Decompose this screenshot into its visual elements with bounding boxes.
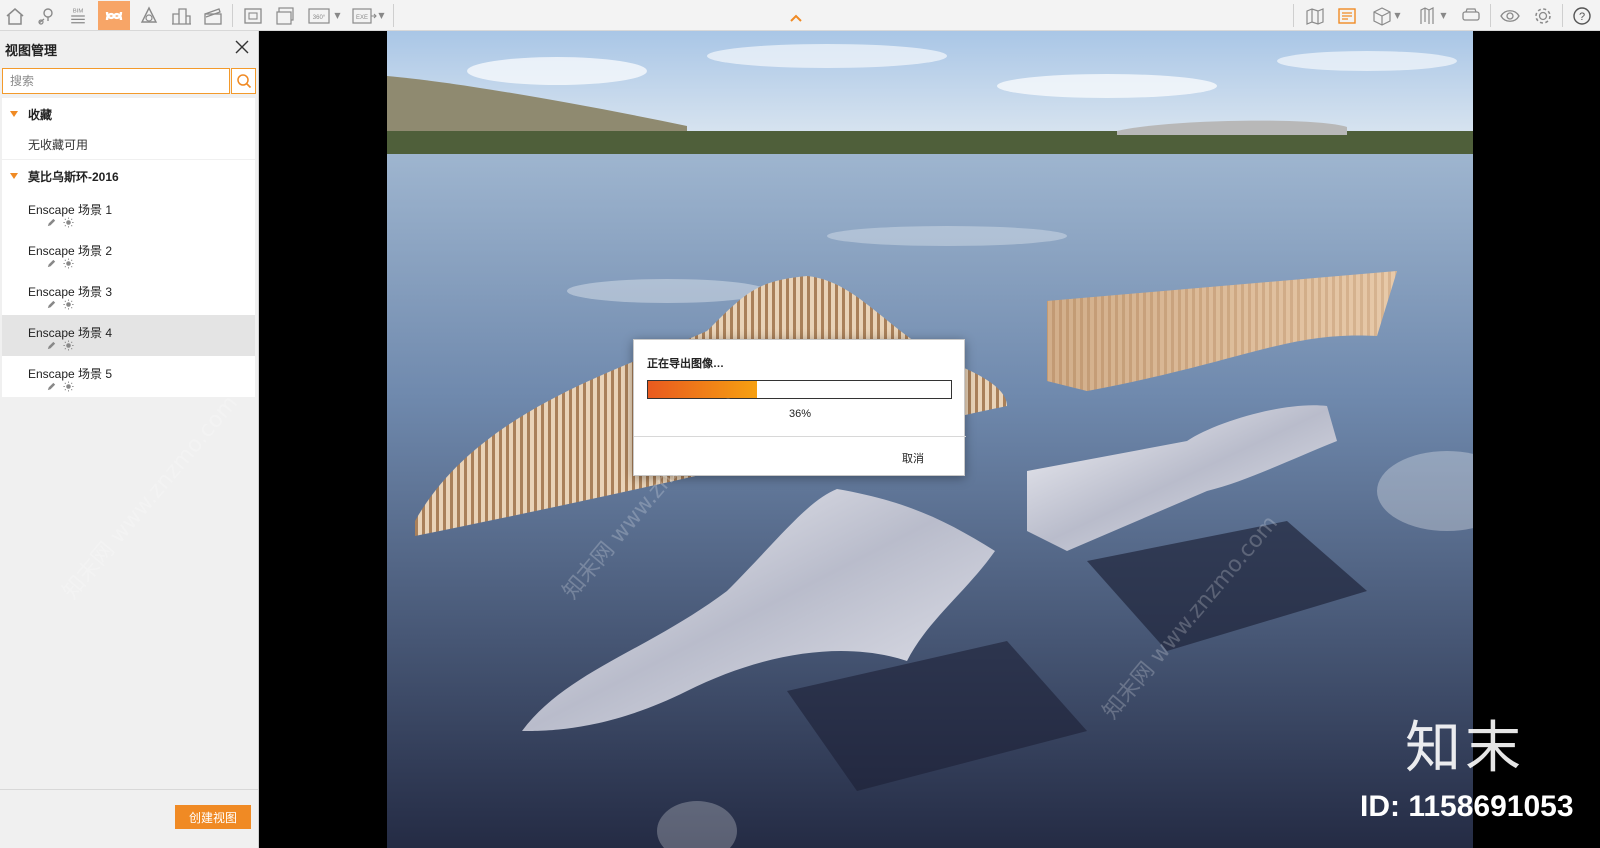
clapper-icon[interactable] bbox=[200, 1, 226, 30]
toolbar-separator bbox=[393, 4, 394, 27]
panorama-360-icon[interactable]: 360° ▼ bbox=[304, 1, 344, 30]
bookmark-icon[interactable]: ▼ bbox=[1412, 1, 1452, 30]
pencil-icon[interactable] bbox=[46, 340, 57, 351]
bim-icon[interactable]: BIM bbox=[64, 1, 92, 30]
batch-render-icon[interactable] bbox=[272, 1, 298, 30]
progress-bar-fill bbox=[648, 381, 758, 398]
location-pin-icon[interactable] bbox=[34, 1, 58, 30]
home-icon[interactable] bbox=[3, 1, 27, 30]
watermark-id: ID: 1158691053 bbox=[1360, 790, 1574, 823]
screenshot-icon[interactable] bbox=[240, 1, 266, 30]
sidebar-footer: 创建视图 bbox=[0, 789, 258, 848]
eye-icon[interactable] bbox=[1497, 1, 1523, 30]
sun-icon[interactable] bbox=[63, 258, 74, 269]
sun-icon[interactable] bbox=[63, 299, 74, 310]
exe-label: EXE bbox=[356, 15, 368, 21]
create-view-button[interactable]: 创建视图 bbox=[175, 805, 251, 829]
asset-library-icon[interactable] bbox=[136, 1, 162, 30]
search-icon[interactable] bbox=[231, 68, 256, 94]
panel-title: 视图管理 bbox=[5, 43, 58, 58]
expand-arrow-icon[interactable] bbox=[10, 173, 18, 179]
chevron-down-icon[interactable]: ▼ bbox=[1440, 11, 1446, 20]
scene-label: Enscape 场景 2 bbox=[28, 244, 113, 258]
bim-label: BIM bbox=[73, 8, 84, 14]
chevron-down-icon[interactable]: ▼ bbox=[334, 11, 340, 20]
dialog-title: 正在导出图像… bbox=[647, 358, 724, 370]
help-label: ? bbox=[1579, 11, 1585, 23]
buildings-icon[interactable] bbox=[168, 1, 194, 30]
group-label: 收藏 bbox=[28, 107, 53, 122]
scene-label: Enscape 场景 4 bbox=[28, 326, 113, 340]
pencil-icon[interactable] bbox=[46, 217, 57, 228]
close-icon[interactable] bbox=[232, 37, 252, 57]
views-panel-icon[interactable] bbox=[1334, 1, 1360, 30]
expand-arrow-icon[interactable] bbox=[10, 111, 18, 117]
view-tree: 收藏 无收藏可用 莫比乌斯环-2016 Enscape 场景 1 Enscape… bbox=[2, 98, 255, 397]
toolbar-separator bbox=[1562, 4, 1563, 27]
search-box bbox=[2, 68, 256, 94]
help-icon[interactable]: ? bbox=[1569, 1, 1595, 30]
pano-label: 360° bbox=[313, 15, 326, 21]
scene-label: Enscape 场景 1 bbox=[28, 203, 113, 217]
view-management-panel: 视图管理 收藏 无收藏可用 莫比乌斯环-2016 Enscape 场景 1 bbox=[0, 31, 259, 848]
chevron-down-icon[interactable]: ▼ bbox=[1394, 11, 1400, 20]
cancel-button[interactable]: 取消 bbox=[902, 450, 924, 466]
scene-label: Enscape 场景 3 bbox=[28, 285, 113, 299]
scene-item[interactable]: Enscape 场景 3 bbox=[2, 274, 255, 315]
sun-icon[interactable] bbox=[63, 381, 74, 392]
gear-icon[interactable] bbox=[1530, 1, 1556, 30]
toolbar-separator bbox=[1293, 4, 1294, 27]
enscape-logo-icon[interactable] bbox=[98, 1, 130, 30]
scene-item-selected[interactable]: Enscape 场景 4 bbox=[2, 315, 255, 356]
progress-bar bbox=[647, 380, 952, 399]
group-label: 莫比乌斯环-2016 bbox=[28, 169, 119, 184]
pencil-icon[interactable] bbox=[46, 299, 57, 310]
map-icon[interactable] bbox=[1302, 1, 1328, 30]
chevron-up-icon[interactable] bbox=[789, 13, 803, 23]
scene-item[interactable]: Enscape 场景 2 bbox=[2, 233, 255, 274]
scene-list: Enscape 场景 1 Enscape 场景 2 Enscape 场景 3 E… bbox=[2, 192, 255, 397]
pencil-icon[interactable] bbox=[46, 258, 57, 269]
group-favorites[interactable]: 收藏 bbox=[2, 98, 255, 130]
group-project[interactable]: 莫比乌斯环-2016 bbox=[2, 160, 255, 192]
enscape-app-window: BIM 360° ▼ EXE ▼ ▼ ▼ ? 视图管理 搜索 收藏 无收藏可用 … bbox=[0, 0, 1600, 848]
vr-headset-icon[interactable] bbox=[1458, 1, 1484, 30]
chevron-down-icon[interactable]: ▼ bbox=[378, 11, 384, 20]
sun-icon[interactable] bbox=[63, 340, 74, 351]
cube-icon[interactable]: ▼ bbox=[1366, 1, 1406, 30]
sun-icon[interactable] bbox=[63, 217, 74, 228]
empty-favorites-note: 无收藏可用 bbox=[2, 130, 255, 160]
search-input[interactable] bbox=[2, 68, 230, 94]
scene-item[interactable]: Enscape 场景 1 bbox=[2, 192, 255, 233]
toolbar-separator bbox=[232, 4, 233, 27]
main-toolbar: BIM 360° ▼ EXE ▼ ▼ ▼ ? bbox=[0, 0, 1600, 31]
export-exe-icon[interactable]: EXE ▼ bbox=[348, 1, 388, 30]
toolbar-separator bbox=[1490, 4, 1491, 27]
watermark-logo: 知末 bbox=[1405, 716, 1525, 781]
progress-percent-text: 36% bbox=[788, 408, 812, 420]
pencil-icon[interactable] bbox=[46, 381, 57, 392]
scene-label: Enscape 场景 5 bbox=[28, 367, 113, 381]
